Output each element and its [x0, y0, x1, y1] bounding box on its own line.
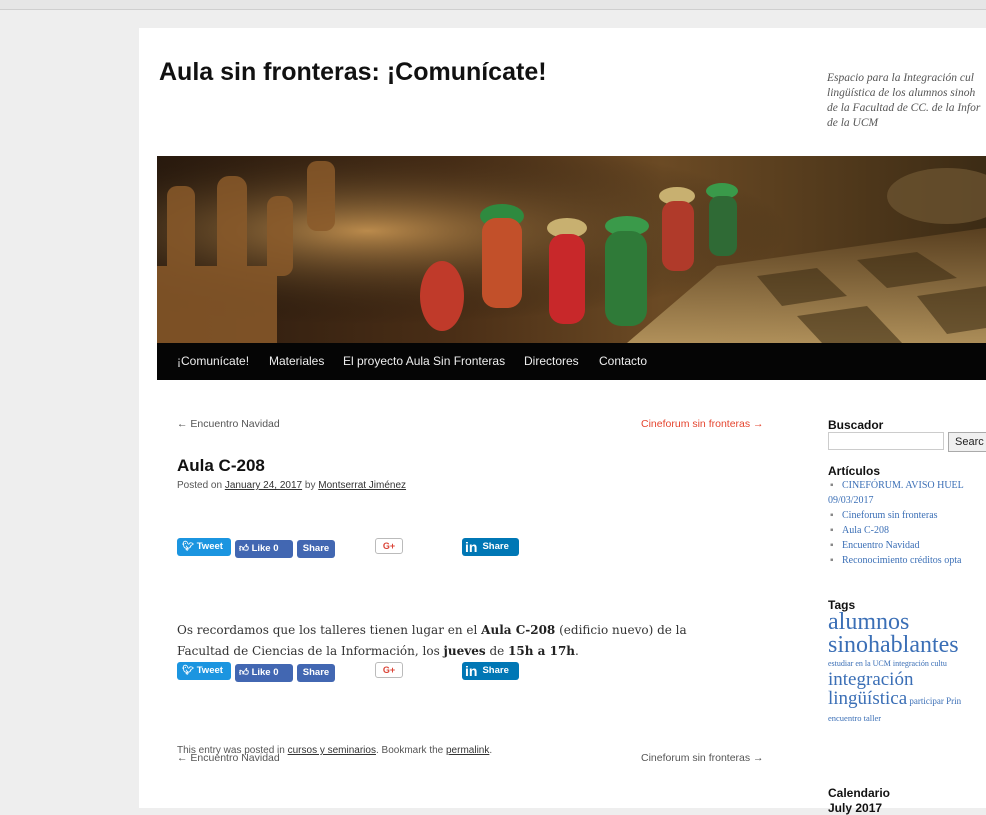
linkedin-icon: in — [465, 663, 478, 679]
facebook-like-button[interactable]: 👍︎ Like 0 — [235, 540, 293, 558]
permalink-link[interactable]: permalink — [446, 745, 489, 756]
nav-item-materiales[interactable]: Materiales — [269, 354, 324, 368]
tag-sinohablantes[interactable]: sinohablantes — [828, 633, 986, 657]
articles-list: ▪ CINEFÓRUM. AVISO HUEL 09/03/2017 ▪ Cinef… — [828, 478, 964, 568]
nav-item-comunicate[interactable]: ¡Comunícate! — [177, 354, 249, 368]
footer-text: . Bookmark the — [375, 745, 446, 756]
search-widget-title: Buscador — [828, 418, 884, 432]
post-title[interactable]: Aula C-208 — [177, 456, 265, 476]
tweet-button[interactable]: 🐦︎ Tweet — [177, 538, 231, 556]
twitter-bird-icon: 🐦︎ — [182, 665, 195, 676]
post-nav-next[interactable]: Cineforum sin fronteras → — [641, 418, 764, 430]
articles-widget-title: Artículos — [828, 464, 881, 478]
body-bold-room: Aula C-208 — [481, 623, 556, 637]
facebook-share-button[interactable]: Share — [297, 540, 335, 558]
linkedin-share-button[interactable]: in Share — [462, 662, 519, 680]
facebook-like-button[interactable]: 👍︎ Like 0 — [235, 664, 293, 682]
google-plus-button[interactable]: G+ — [375, 538, 403, 554]
footer-text: . — [489, 745, 493, 756]
browser-top-strip — [0, 0, 986, 10]
thumbs-up-icon: 👍︎ — [239, 667, 249, 678]
list-item[interactable]: ▪ Reconocimiento créditos opta — [828, 553, 964, 568]
body-bold-day: jueves — [443, 644, 486, 658]
body-text: Os recordamos que los talleres tienen lu… — [177, 623, 482, 637]
search-button[interactable]: Searc — [948, 432, 986, 452]
tag-participar[interactable]: participar Prin — [907, 696, 961, 706]
thumbs-up-icon: 👍︎ — [239, 543, 249, 554]
linkedin-share-label: Share — [482, 665, 509, 676]
post-nav-previous-bottom[interactable]: ← Encuentro Navidad — [177, 752, 280, 764]
tag-alumnos[interactable]: alumnos — [828, 610, 986, 634]
site-description: Espacio para la Integración cul lingüíst… — [827, 72, 981, 129]
page-container: Aula sin fronteras: ¡Comunícate! Espacio… — [139, 28, 986, 815]
list-item-continued[interactable]: 09/03/2017 — [828, 493, 964, 508]
post-nav-previous[interactable]: ← Encuentro Navidad — [177, 418, 280, 430]
list-item[interactable]: ▪ Cineforum sin fronteras — [828, 508, 964, 523]
like-label: Like 0 — [251, 667, 279, 678]
post-nav-next-bottom[interactable]: Cineforum sin fronteras → — [641, 752, 764, 764]
tweet-label: Tweet — [196, 665, 223, 676]
facebook-share-button[interactable]: Share — [297, 664, 335, 682]
nav-item-directores[interactable]: Directores — [524, 354, 579, 368]
tweet-button[interactable]: 🐦︎ Tweet — [177, 662, 231, 680]
google-plus-button[interactable]: G+ — [375, 662, 403, 678]
body-text: . — [575, 644, 579, 658]
tag-integracion[interactable]: integración — [828, 670, 986, 689]
list-item[interactable]: ▪ Aula C-208 — [828, 523, 964, 538]
nav-item-proyecto[interactable]: El proyecto Aula Sin Fronteras — [343, 354, 505, 368]
category-link[interactable]: cursos y seminarios — [288, 745, 376, 756]
linkedin-icon: in — [465, 539, 478, 555]
post-date-link[interactable]: January 24, 2017 — [225, 480, 302, 491]
main-navigation: ¡Comunícate! Materiales El proyecto Aula… — [157, 343, 986, 380]
calendar-widget-title: Calendario — [828, 786, 891, 800]
post-content: Os recordamos que los talleres tienen lu… — [177, 620, 737, 662]
nav-item-contacto[interactable]: Contacto — [599, 354, 647, 368]
linkedin-share-label: Share — [482, 541, 509, 552]
linkedin-share-button[interactable]: in Share — [462, 538, 519, 556]
search-input[interactable] — [828, 432, 944, 450]
body-bold-time: 15h a 17h — [508, 644, 576, 658]
header-banner-image — [157, 156, 986, 343]
list-item[interactable]: ▪ CINEFÓRUM. AVISO HUEL — [828, 478, 964, 493]
tag-encuentro-taller[interactable]: encuentro taller — [828, 711, 986, 725]
calendar-month: July 2017 — [828, 801, 883, 815]
by-label: by — [304, 480, 316, 491]
twitter-bird-icon: 🐦︎ — [182, 541, 195, 552]
tag-row: lingüística participar Prin — [828, 689, 986, 711]
tweet-label: Tweet — [196, 541, 223, 552]
like-label: Like 0 — [251, 543, 279, 554]
body-text: de — [485, 644, 509, 658]
tag-linguistica[interactable]: lingüística — [828, 688, 907, 709]
post-meta: Posted on January 24, 2017 by Montserrat… — [177, 480, 406, 491]
author-link[interactable]: Montserrat Jiménez — [318, 480, 406, 491]
tag-cloud: alumnos sinohablantes estudiar en la UCM… — [828, 610, 986, 725]
site-title[interactable]: Aula sin fronteras: ¡Comunícate! — [159, 58, 547, 87]
posted-on-label: Posted on — [177, 480, 223, 491]
sidebar: Buscador Searc Artículos ▪ CINEFÓRUM. AVI… — [828, 418, 986, 815]
list-item[interactable]: ▪ Encuentro Navidad — [828, 538, 964, 553]
